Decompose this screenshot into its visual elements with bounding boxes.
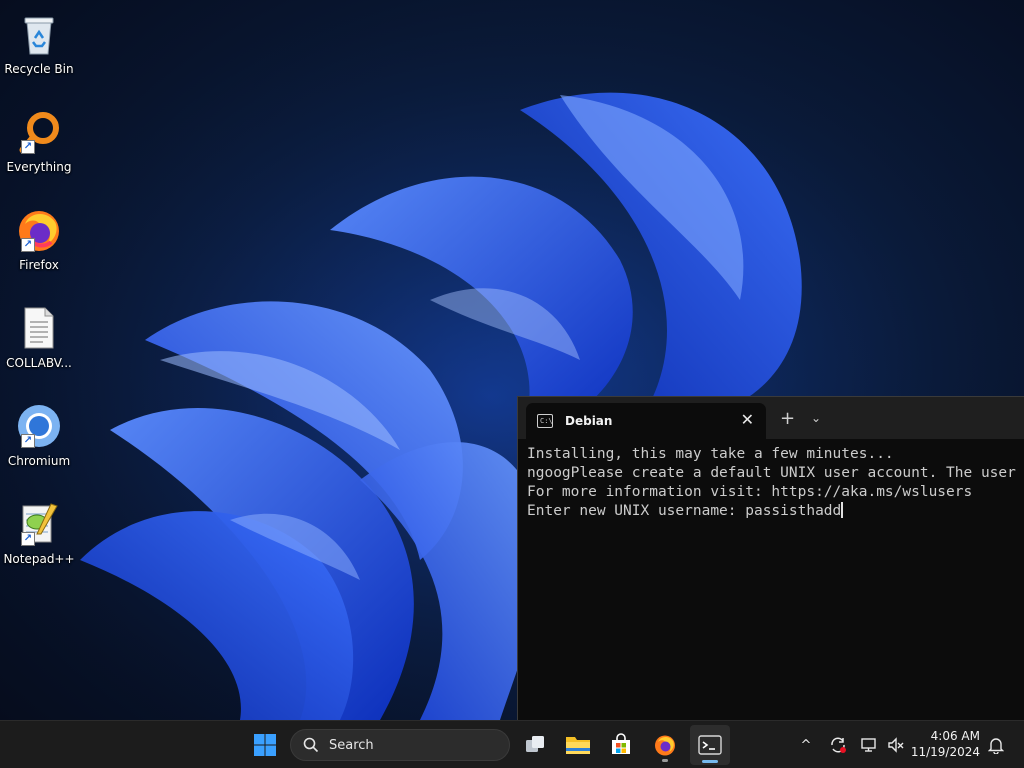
desktop-icon-label: Recycle Bin (4, 62, 74, 76)
terminal-line: Enter new UNIX username: passisthadd (527, 503, 842, 519)
recycle-bin-icon (24, 17, 54, 55)
desktop-icon-collabv-file[interactable]: COLLABV... (2, 300, 76, 390)
tab-title: Debian (565, 414, 613, 428)
network-icon[interactable] (859, 735, 879, 755)
desktop-icon-firefox[interactable]: ↗ Firefox (2, 202, 76, 292)
chevron-down-icon[interactable]: ⌄ (811, 411, 821, 425)
terminal-prompt-line: Enter new UNIX username: passisthadd (527, 502, 1024, 521)
tab-debian[interactable]: C:\ Debian ✕ (526, 403, 766, 439)
task-view-icon (526, 736, 544, 752)
taskbar-firefox-button[interactable] (645, 725, 685, 765)
shortcut-arrow-icon: ↗ (21, 238, 35, 252)
microsoft-store-button[interactable] (601, 725, 641, 765)
windows-logo-icon (254, 734, 276, 756)
desktop-icon-label: Firefox (19, 258, 59, 272)
text-cursor (841, 502, 843, 518)
terminal-icon (698, 735, 722, 755)
desktop-icon-label: Notepad++ (3, 552, 75, 566)
desktop-icon-label: Everything (6, 160, 72, 174)
shortcut-arrow-icon: ↗ (21, 532, 35, 546)
shortcut-arrow-icon: ↗ (21, 140, 35, 154)
task-view-button[interactable] (515, 725, 555, 765)
store-bag-icon (612, 733, 630, 754)
volume-muted-icon[interactable] (886, 735, 906, 755)
sync-status-icon[interactable] (828, 735, 848, 755)
desktop-icon-label: Chromium (7, 454, 71, 468)
search-label: Search (329, 737, 374, 753)
desktop-icon-recycle-bin[interactable]: Recycle Bin (2, 6, 76, 96)
folder-icon (566, 737, 590, 754)
new-tab-button[interactable]: + (780, 408, 795, 429)
search-icon (303, 737, 319, 753)
taskbar-terminal-button[interactable] (690, 725, 730, 765)
desktop-icon-notepad-plus-plus[interactable]: ↗ Notepad++ (2, 496, 76, 586)
file-explorer-button[interactable] (558, 725, 598, 765)
terminal-output[interactable]: Installing, this may take a few minutes.… (518, 439, 1024, 521)
desktop-icon-chromium[interactable]: ↗ Chromium (2, 398, 76, 488)
text-document-icon (24, 307, 54, 349)
terminal-line: Installing, this may take a few minutes.… (527, 446, 894, 462)
clock-time: 4:06 AM (930, 729, 980, 743)
running-indicator (662, 759, 668, 762)
taskbar-search-box[interactable]: Search (290, 729, 510, 761)
shortcut-arrow-icon: ↗ (21, 434, 35, 448)
terminal-titlebar[interactable]: C:\ Debian ✕ + ⌄ (518, 397, 1024, 439)
start-button[interactable] (245, 725, 285, 765)
firefox-icon (655, 735, 675, 756)
taskbar-clock[interactable]: 4:06 AM 11/19/2024 (910, 728, 980, 760)
desktop-icon-everything[interactable]: ↗ Everything (2, 104, 76, 194)
terminal-tab-icon: C:\ (537, 414, 553, 428)
clock-date: 11/19/2024 (910, 745, 980, 759)
terminal-line: For more information visit: https://aka.… (527, 484, 973, 500)
taskbar: Search ^ 4:06 AM 11/19/2024 (0, 720, 1024, 768)
active-window-indicator (702, 760, 718, 763)
notification-bell-icon[interactable] (986, 735, 1006, 755)
desktop-icon-label: COLLABV... (6, 356, 72, 370)
terminal-window[interactable]: C:\ Debian ✕ + ⌄ Installing, this may ta… (517, 396, 1024, 721)
close-tab-icon[interactable]: ✕ (741, 410, 754, 429)
terminal-line: ngoogPlease create a default UNIX user a… (527, 465, 1016, 481)
show-hidden-icons-chevron-icon[interactable]: ^ (796, 735, 816, 755)
